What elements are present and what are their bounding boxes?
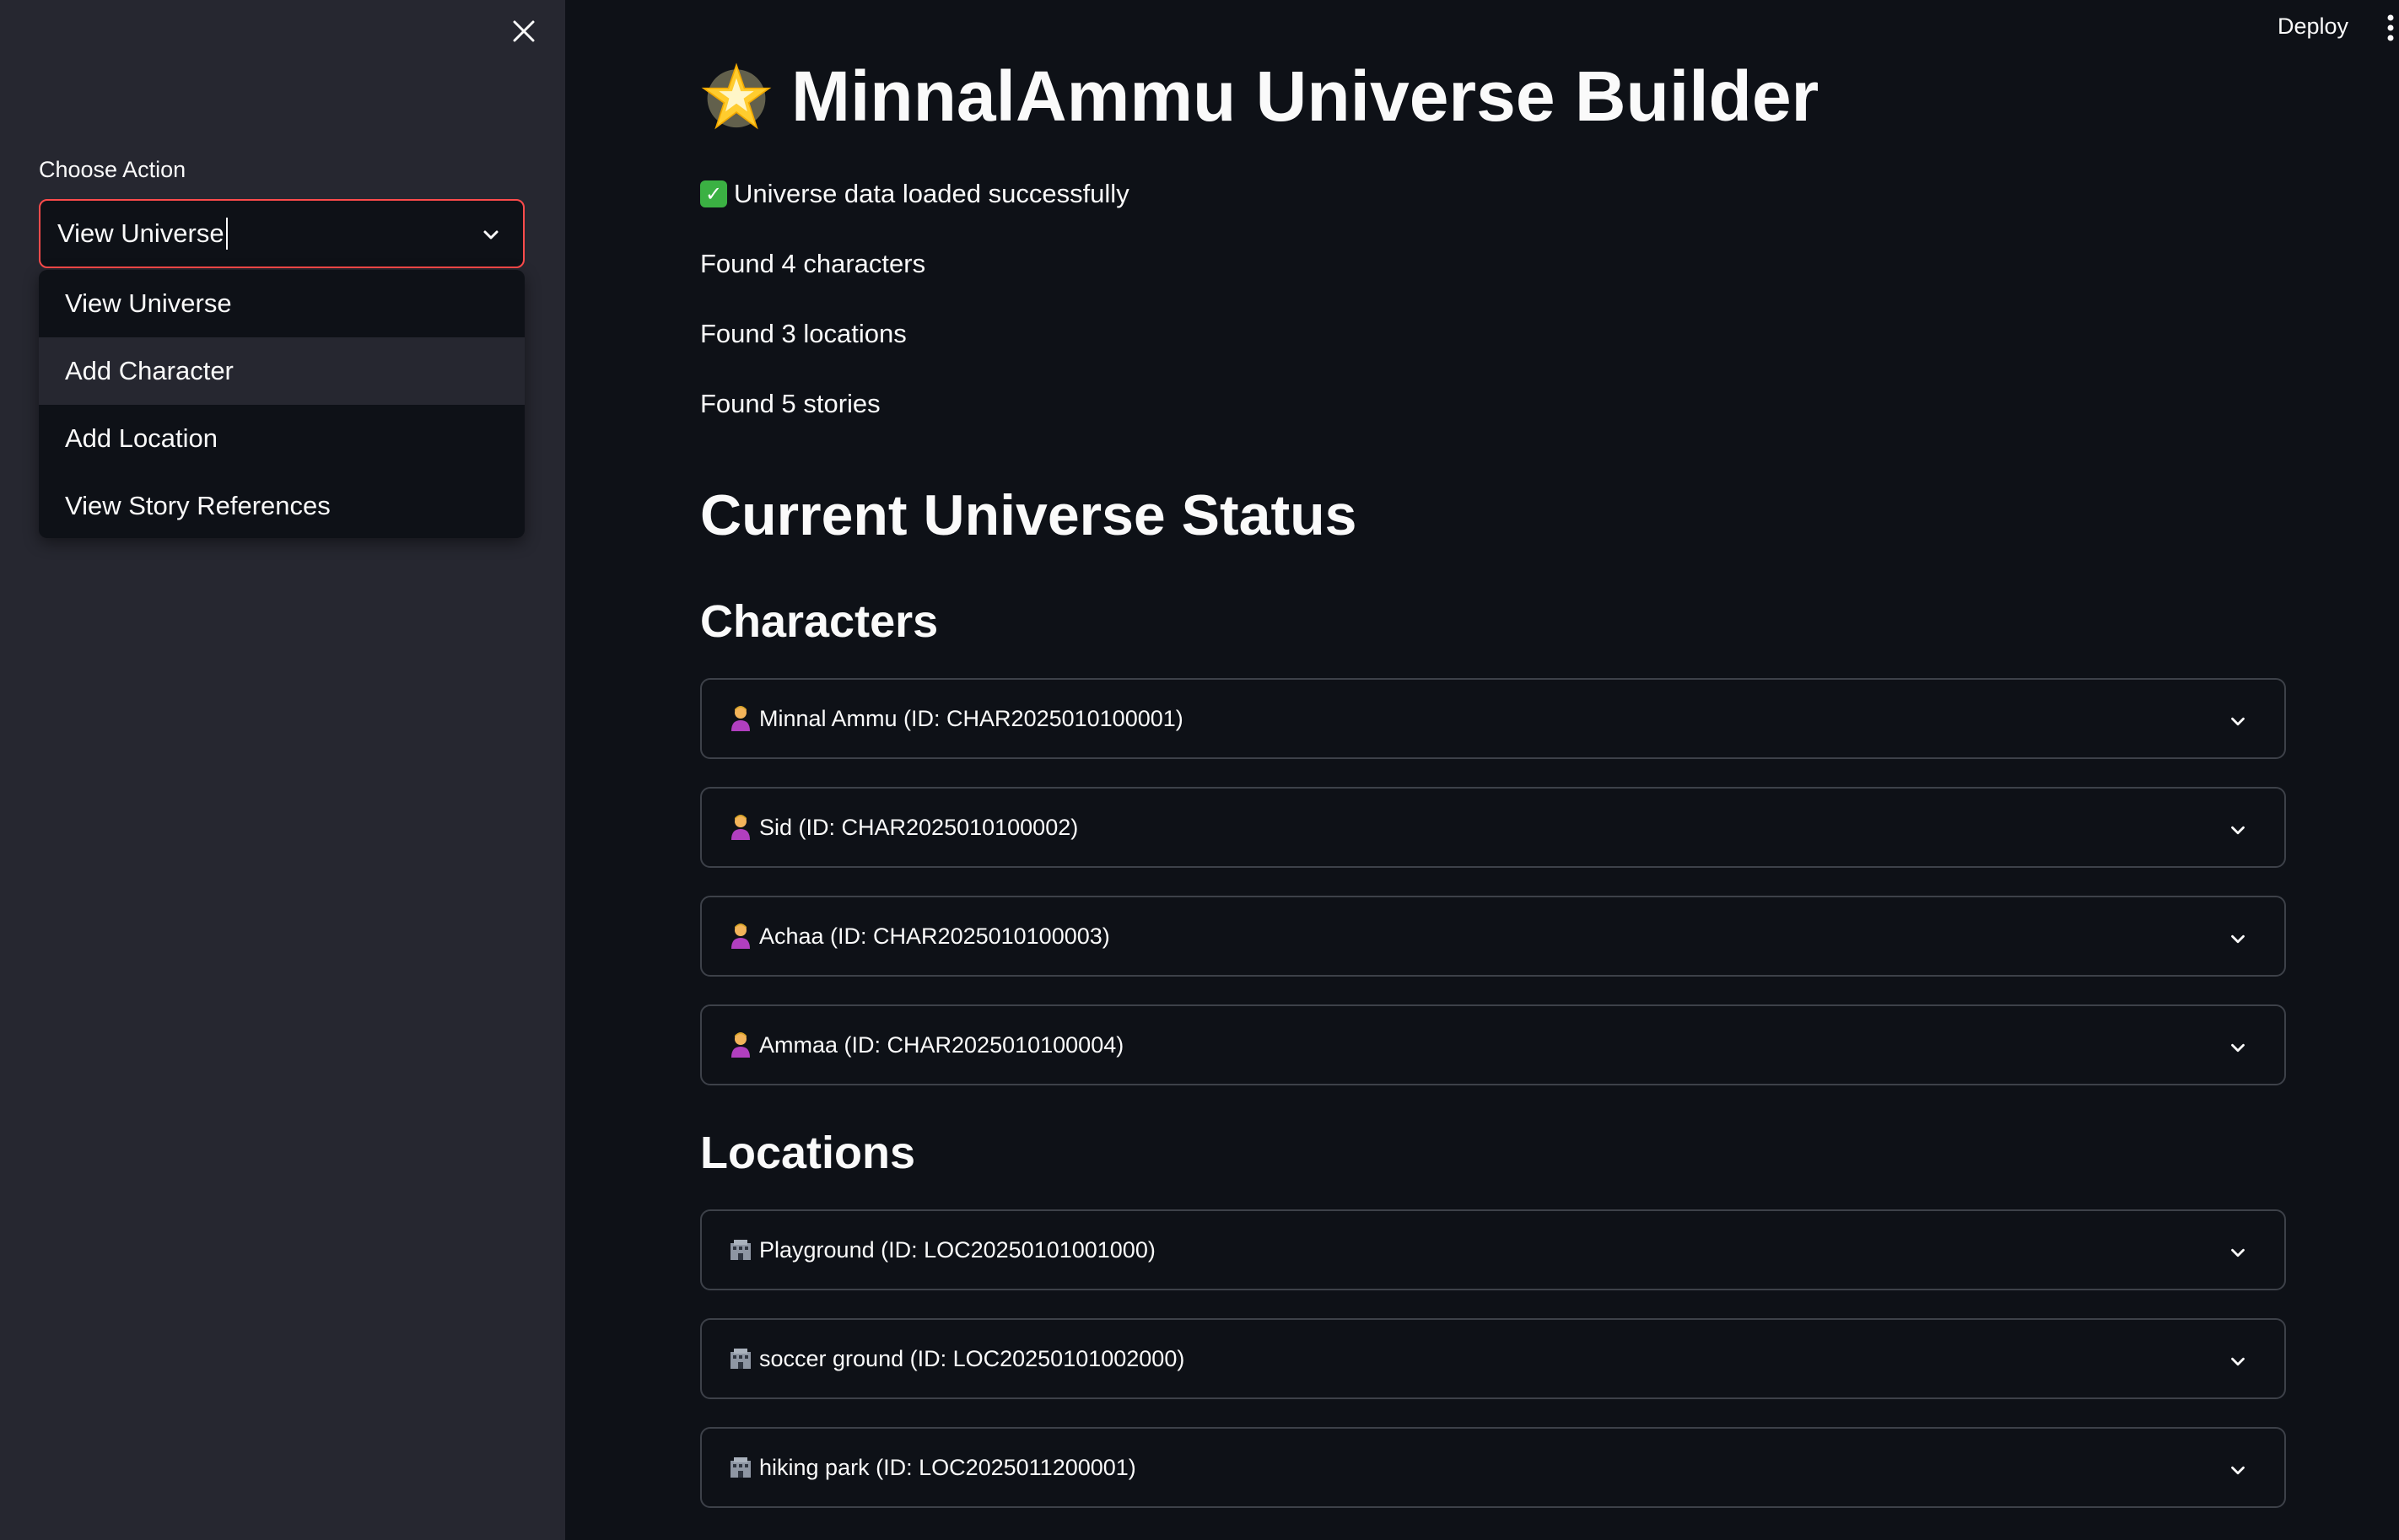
- chevron-down-icon: [2231, 1466, 2245, 1475]
- option-view-story-references[interactable]: View Story References: [39, 472, 525, 538]
- page-title: MinnalAmmu Universe Builder: [700, 56, 1819, 137]
- title-text: MinnalAmmu Universe Builder: [791, 57, 1819, 136]
- person-icon: [729, 1032, 752, 1058]
- chevron-down-icon: [483, 230, 499, 240]
- character-expander[interactable]: Ammaa (ID: CHAR2025010100004): [700, 1004, 2286, 1085]
- chevron-down-icon: [2231, 1043, 2245, 1053]
- location-expander[interactable]: hiking park (ID: LOC2025011200001): [700, 1427, 2286, 1508]
- select-value: View Universe: [57, 218, 224, 248]
- expander-label: Playground (ID: LOC20250101001000): [759, 1236, 1156, 1263]
- expander-label: Sid (ID: CHAR2025010100002): [759, 814, 1079, 840]
- success-message: ✓ Universe data loaded successfully: [700, 179, 1129, 209]
- choose-action-label: Choose Action: [39, 157, 186, 182]
- person-icon: [729, 923, 752, 949]
- character-expander[interactable]: Achaa (ID: CHAR2025010100003): [700, 896, 2286, 977]
- option-add-character[interactable]: Add Character: [39, 337, 525, 405]
- expander-label: Minnal Ammu (ID: CHAR2025010100001): [759, 705, 1183, 731]
- location-expander[interactable]: Playground (ID: LOC20250101001000): [700, 1209, 2286, 1290]
- expander-label: hiking park (ID: LOC2025011200001): [759, 1454, 1136, 1480]
- glowing-star-icon: [700, 61, 773, 133]
- found-stories-text: Found 5 stories: [700, 389, 881, 418]
- found-characters-text: Found 4 characters: [700, 249, 926, 278]
- action-select[interactable]: View Universe: [39, 199, 525, 268]
- more-vertical-icon: [2387, 14, 2394, 41]
- expander-label: soccer ground (ID: LOC20250101002000): [759, 1345, 1185, 1371]
- person-icon: [729, 815, 752, 840]
- characters-heading: Characters: [700, 596, 939, 647]
- chevron-down-icon: [2231, 934, 2245, 944]
- chevron-down-icon: [2231, 1248, 2245, 1257]
- person-icon: [729, 706, 752, 731]
- location-expander[interactable]: soccer ground (ID: LOC20250101002000): [700, 1318, 2286, 1399]
- building-icon: [729, 1347, 752, 1370]
- found-locations-text: Found 3 locations: [700, 319, 907, 348]
- chevron-down-icon: [2231, 717, 2245, 726]
- success-text: Universe data loaded successfully: [734, 179, 1129, 208]
- building-icon: [729, 1238, 752, 1262]
- text-cursor: [225, 218, 228, 250]
- expander-label: Ammaa (ID: CHAR2025010100004): [759, 1031, 1124, 1058]
- option-add-location[interactable]: Add Location: [39, 405, 525, 472]
- main-menu-button[interactable]: [2386, 13, 2396, 46]
- action-dropdown-menu: View Universe Add Character Add Location…: [39, 270, 525, 538]
- check-mark-icon: ✓: [700, 180, 727, 207]
- status-heading: Current Universe Status: [700, 483, 1357, 547]
- sidebar: Choose Action View Universe View Univers…: [0, 0, 565, 1540]
- character-expander[interactable]: Sid (ID: CHAR2025010100002): [700, 787, 2286, 868]
- character-expander[interactable]: Minnal Ammu (ID: CHAR2025010100001): [700, 678, 2286, 759]
- close-icon: [513, 20, 535, 42]
- deploy-button[interactable]: Deploy: [2278, 13, 2348, 40]
- chevron-down-icon: [2231, 826, 2245, 835]
- app: Choose Action View Universe View Univers…: [0, 0, 2399, 1540]
- building-icon: [729, 1456, 752, 1479]
- option-view-universe[interactable]: View Universe: [39, 270, 525, 337]
- expander-label: Achaa (ID: CHAR2025010100003): [759, 923, 1110, 949]
- close-sidebar-button[interactable]: [506, 13, 542, 49]
- locations-heading: Locations: [700, 1128, 916, 1178]
- chevron-down-icon: [2231, 1357, 2245, 1366]
